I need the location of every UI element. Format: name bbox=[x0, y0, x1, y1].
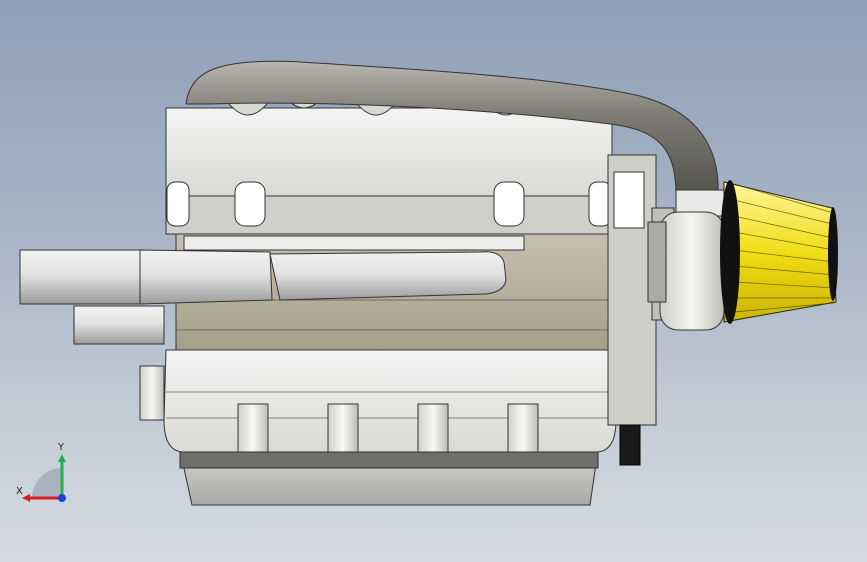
x-axis-label: X bbox=[16, 486, 23, 497]
crank-tube-4 bbox=[507, 403, 539, 453]
exhaust-flange bbox=[183, 235, 525, 251]
crankcase-lower bbox=[139, 349, 617, 453]
cad-viewport[interactable]: Y X bbox=[0, 0, 867, 562]
crank-tube-1 bbox=[237, 403, 269, 453]
exhaust-pipe-upper[interactable] bbox=[19, 249, 145, 305]
triad-graphic bbox=[22, 454, 66, 502]
cylinder-head bbox=[165, 99, 613, 235]
engine-model[interactable] bbox=[0, 0, 867, 562]
crank-tube-2 bbox=[327, 403, 359, 453]
exhaust-pipe-lower[interactable] bbox=[73, 305, 165, 345]
y-axis-label: Y bbox=[58, 442, 65, 453]
air-filter[interactable] bbox=[720, 180, 838, 324]
crank-tube-3 bbox=[417, 403, 449, 453]
front-stub bbox=[139, 365, 165, 421]
oil-pan bbox=[179, 447, 599, 506]
axis-triad: Y X bbox=[14, 440, 74, 510]
